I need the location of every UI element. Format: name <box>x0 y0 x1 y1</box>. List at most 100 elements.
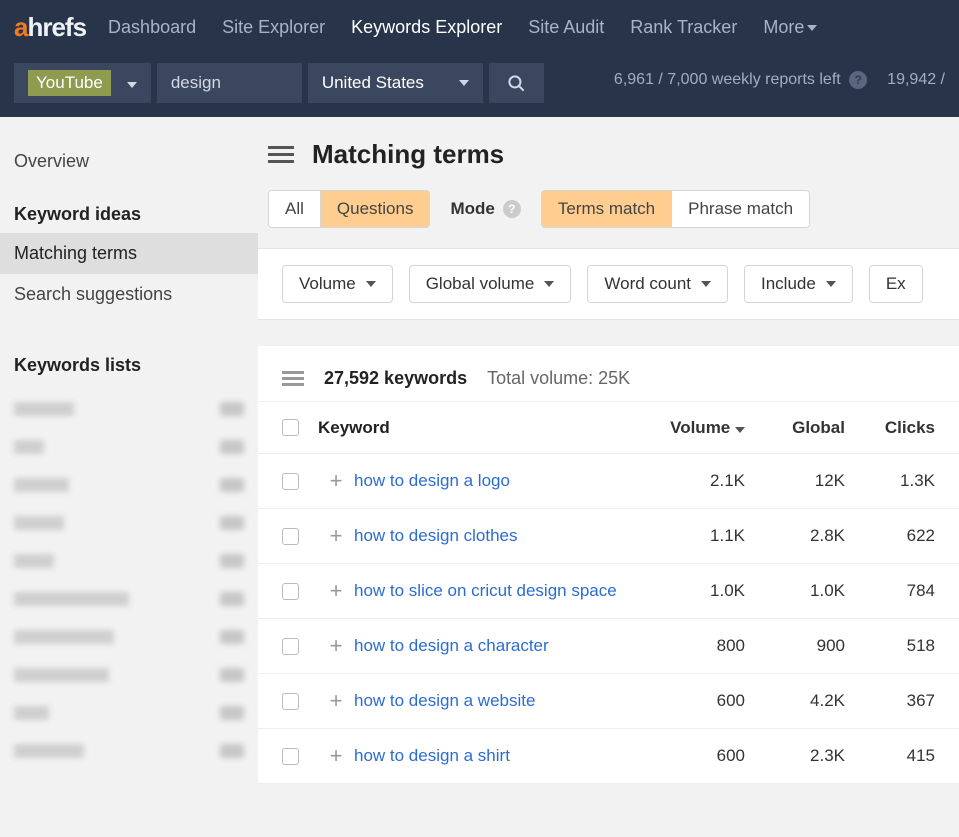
sidebar-item-matching-terms[interactable]: Matching terms <box>0 233 258 274</box>
table-row: +how to design a character800900518 <box>258 619 959 674</box>
nav-more[interactable]: More <box>763 17 817 38</box>
keywords-table: Keyword Volume Global Clicks +how to des… <box>258 402 959 784</box>
mode-tabs: Terms matchPhrase match <box>541 190 810 228</box>
nav-site-explorer[interactable]: Site Explorer <box>222 17 325 38</box>
search-button[interactable] <box>489 63 544 103</box>
volume-cell: 1.1K <box>635 526 745 546</box>
top-navbar: ahrefs Dashboard Site Explorer Keywords Ex… <box>0 0 959 55</box>
clicks-cell: 518 <box>845 636 935 656</box>
keyword-link[interactable]: how to design a website <box>354 691 635 711</box>
table-row: +how to design a logo2.1K12K1.3K <box>258 454 959 509</box>
list-item[interactable] <box>14 432 244 462</box>
row-checkbox[interactable] <box>282 583 299 600</box>
col-volume-header[interactable]: Volume <box>635 418 745 438</box>
nav-keywords-explorer[interactable]: Keywords Explorer <box>351 17 502 38</box>
global-cell: 2.3K <box>745 746 845 766</box>
col-global-header[interactable]: Global <box>745 418 845 438</box>
filter-ex[interactable]: Ex <box>869 265 923 303</box>
tab-phrase-match[interactable]: Phrase match <box>671 191 809 227</box>
keyword-count: 27,592 keywords <box>324 368 467 389</box>
global-cell: 2.8K <box>745 526 845 546</box>
filter-volume[interactable]: Volume <box>282 265 393 303</box>
global-cell: 900 <box>745 636 845 656</box>
row-checkbox[interactable] <box>282 693 299 710</box>
country-select[interactable]: United States <box>308 63 483 103</box>
help-icon[interactable]: ? <box>503 200 521 218</box>
nav-rank-tracker[interactable]: Rank Tracker <box>630 17 737 38</box>
expand-icon[interactable]: + <box>318 633 354 659</box>
clicks-cell: 784 <box>845 581 935 601</box>
total-volume: Total volume: 25K <box>487 368 630 389</box>
select-all-checkbox[interactable] <box>282 419 299 436</box>
platform-select[interactable]: YouTube <box>14 63 151 103</box>
expand-icon[interactable]: + <box>318 743 354 769</box>
filter-word-count[interactable]: Word count <box>587 265 728 303</box>
volume-cell: 800 <box>635 636 745 656</box>
volume-cell: 2.1K <box>635 471 745 491</box>
sidebar-overview[interactable]: Overview <box>0 141 258 182</box>
col-clicks-header[interactable]: Clicks <box>845 418 935 438</box>
top-nav: Dashboard Site Explorer Keywords Explorer S… <box>108 17 817 38</box>
keyword-link[interactable]: how to design clothes <box>354 526 635 546</box>
list-item[interactable] <box>14 660 244 690</box>
clicks-cell: 1.3K <box>845 471 935 491</box>
expand-icon[interactable]: + <box>318 578 354 604</box>
keyword-input[interactable]: design <box>157 63 302 103</box>
global-cell: 12K <box>745 471 845 491</box>
list-item[interactable] <box>14 546 244 576</box>
nav-dashboard[interactable]: Dashboard <box>108 17 196 38</box>
list-item[interactable] <box>14 736 244 766</box>
list-item[interactable] <box>14 622 244 652</box>
menu-icon[interactable] <box>268 142 294 167</box>
tab-terms-match[interactable]: Terms match <box>542 191 671 227</box>
search-row: YouTube design United States 6,961 / 7,0… <box>0 55 959 117</box>
row-checkbox[interactable] <box>282 638 299 655</box>
row-checkbox[interactable] <box>282 473 299 490</box>
filter-include[interactable]: Include <box>744 265 853 303</box>
clicks-cell: 367 <box>845 691 935 711</box>
sidebar-keywords-lists-header: Keywords lists <box>0 315 258 384</box>
global-cell: 4.2K <box>745 691 845 711</box>
sidebar: Overview Keyword ideas Matching termsSea… <box>0 117 258 837</box>
list-item[interactable] <box>14 584 244 614</box>
tab-questions[interactable]: Questions <box>320 191 430 227</box>
search-icon <box>507 74 526 93</box>
list-item[interactable] <box>14 508 244 538</box>
list-item[interactable] <box>14 470 244 500</box>
sidebar-keyword-ideas-header: Keyword ideas <box>0 182 258 233</box>
list-item[interactable] <box>14 394 244 424</box>
volume-cell: 1.0K <box>635 581 745 601</box>
table-row: +how to design a shirt6002.3K415 <box>258 729 959 784</box>
table-row: +how to design clothes1.1K2.8K622 <box>258 509 959 564</box>
table-row: +how to slice on cricut design space1.0K… <box>258 564 959 619</box>
main-content: Matching terms AllQuestions Mode ? Terms… <box>258 117 959 837</box>
expand-icon[interactable]: + <box>318 523 354 549</box>
global-cell: 1.0K <box>745 581 845 601</box>
keyword-link[interactable]: how to design a shirt <box>354 746 635 766</box>
sidebar-item-search-suggestions[interactable]: Search suggestions <box>0 274 258 315</box>
table-menu-icon[interactable] <box>282 368 304 389</box>
clicks-cell: 415 <box>845 746 935 766</box>
page-title: Matching terms <box>312 139 504 170</box>
col-keyword-header[interactable]: Keyword <box>318 418 635 438</box>
mode-label: Mode ? <box>450 199 520 219</box>
row-checkbox[interactable] <box>282 528 299 545</box>
tab-all[interactable]: All <box>269 191 320 227</box>
expand-icon[interactable]: + <box>318 688 354 714</box>
filter-global-volume[interactable]: Global volume <box>409 265 572 303</box>
volume-cell: 600 <box>635 746 745 766</box>
keyword-link[interactable]: how to design a logo <box>354 471 635 491</box>
expand-icon[interactable]: + <box>318 468 354 494</box>
help-icon[interactable]: ? <box>849 71 867 89</box>
list-item[interactable] <box>14 698 244 728</box>
clicks-cell: 622 <box>845 526 935 546</box>
nav-site-audit[interactable]: Site Audit <box>528 17 604 38</box>
volume-cell: 600 <box>635 691 745 711</box>
keyword-link[interactable]: how to slice on cricut design space <box>354 581 635 601</box>
filter-bar: Volume Global volume Word count Include Ex <box>258 248 959 320</box>
keyword-link[interactable]: how to design a character <box>354 636 635 656</box>
row-checkbox[interactable] <box>282 748 299 765</box>
scope-tabs: AllQuestions <box>268 190 430 228</box>
status-area: 6,961 / 7,000 weekly reports left ? 19,9… <box>614 63 945 89</box>
logo[interactable]: ahrefs <box>14 12 86 43</box>
